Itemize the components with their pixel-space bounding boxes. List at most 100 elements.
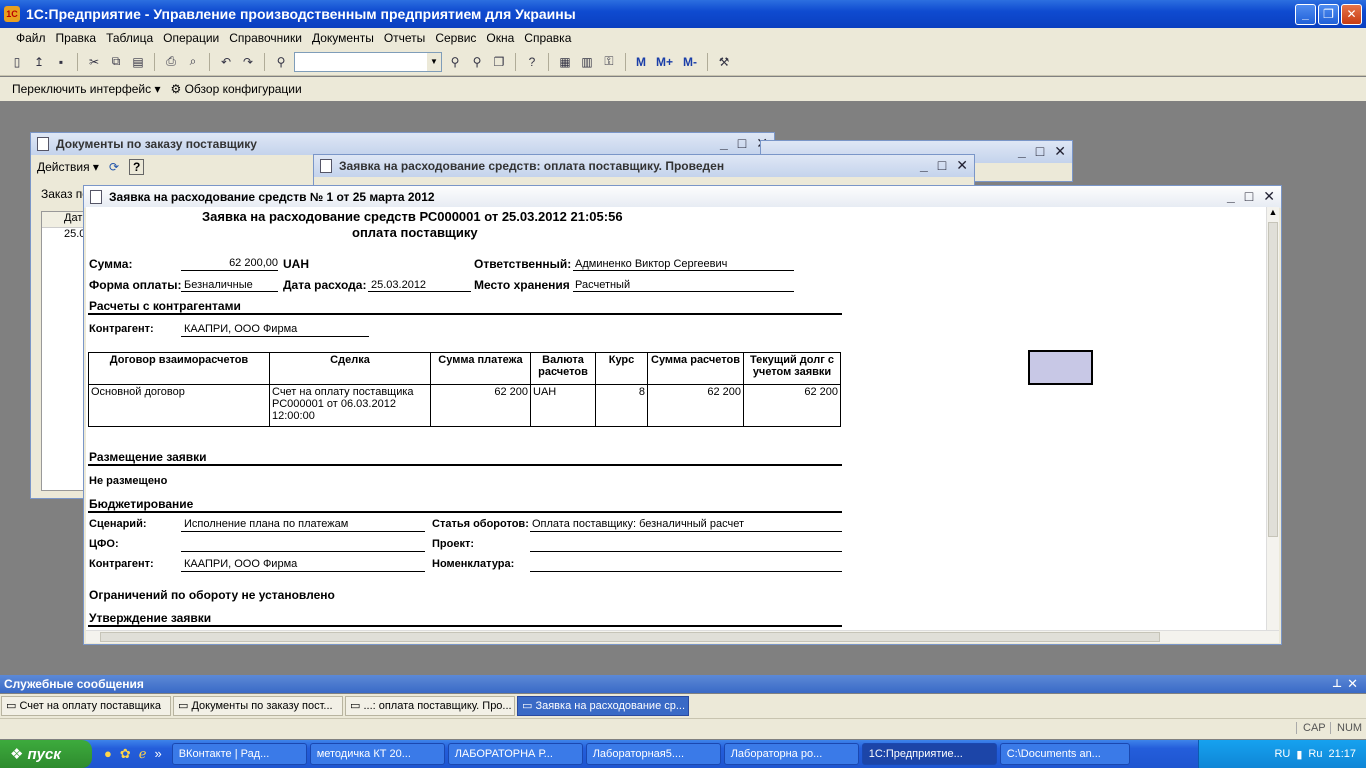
close-button[interactable]: ✕ bbox=[1341, 4, 1362, 25]
paste-icon[interactable]: ▤ bbox=[129, 53, 147, 71]
lock-icon[interactable]: ⚿ bbox=[600, 53, 618, 71]
menu-service[interactable]: Сервис bbox=[435, 31, 476, 45]
tools-icon[interactable]: ⚒ bbox=[715, 53, 733, 71]
find-next-icon[interactable]: ⚲ bbox=[446, 53, 464, 71]
scroll-thumb[interactable] bbox=[1268, 222, 1278, 537]
memory-button[interactable]: M bbox=[636, 55, 646, 69]
documents-list[interactable]: Дат 25.0 bbox=[41, 211, 87, 491]
help-icon[interactable]: ? bbox=[523, 53, 541, 71]
cut-icon[interactable]: ✂ bbox=[85, 53, 103, 71]
minimize-icon[interactable]: _ bbox=[1227, 188, 1235, 205]
maximize-icon[interactable]: □ bbox=[738, 135, 746, 152]
maximize-icon[interactable]: □ bbox=[1036, 143, 1044, 160]
search-combo[interactable] bbox=[294, 51, 442, 72]
taskbar-item[interactable]: ЛАБОРАТОРНА Р... bbox=[447, 743, 583, 765]
toolbar-separator bbox=[515, 52, 516, 71]
calculator-icon[interactable]: ▦ bbox=[556, 53, 574, 71]
firefox-icon[interactable]: ● bbox=[104, 746, 112, 762]
chevron-icon[interactable]: » bbox=[154, 746, 161, 762]
report-horizontal-scrollbar[interactable] bbox=[86, 630, 1279, 643]
col-deal: Сделка bbox=[269, 352, 431, 385]
table-row[interactable]: 25.0 bbox=[42, 228, 86, 244]
responsible-label: Ответственный: bbox=[474, 257, 572, 271]
memory-minus-button[interactable]: M- bbox=[683, 55, 697, 69]
report-vertical-scrollbar[interactable]: ▲ bbox=[1266, 207, 1279, 630]
minimize-icon[interactable]: _ bbox=[1018, 143, 1026, 160]
ie-icon[interactable]: ℯ bbox=[139, 746, 147, 762]
open-icon[interactable]: ↥ bbox=[30, 53, 48, 71]
col-date-header[interactable]: Дат bbox=[42, 212, 86, 228]
menu-reports[interactable]: Отчеты bbox=[384, 31, 425, 45]
maximize-icon[interactable]: □ bbox=[938, 157, 946, 174]
network-icon[interactable]: ▮ bbox=[1296, 748, 1302, 761]
switch-interface-button[interactable]: Переключить интерфейс ▾ bbox=[12, 82, 160, 96]
menu-help[interactable]: Справка bbox=[524, 31, 571, 45]
limits-text: Ограничений по обороту не установлено bbox=[89, 588, 335, 602]
close-icon[interactable]: ✕ bbox=[956, 157, 968, 174]
placement-value: Не размещено bbox=[89, 475, 168, 487]
config-overview-button[interactable]: ⚙ Обзор конфигурации bbox=[170, 82, 301, 96]
report-sheet[interactable]: Заявка на расходование средств РС000001 … bbox=[86, 207, 1279, 630]
settlements-table: Договор взаиморасчетов Сделка Сумма плат… bbox=[88, 352, 841, 427]
menu-windows[interactable]: Окна bbox=[486, 31, 514, 45]
copy-icon[interactable]: ⧉ bbox=[107, 53, 125, 71]
taskbar-item[interactable]: ВКонтакте | Рад... bbox=[171, 743, 307, 765]
undo-icon[interactable]: ↶ bbox=[217, 53, 235, 71]
find-icon[interactable]: ⚲ bbox=[272, 53, 290, 71]
clock[interactable]: 21:17 bbox=[1328, 748, 1356, 760]
redo-icon[interactable]: ↷ bbox=[239, 53, 257, 71]
app-title-bar: 1С 1С:Предприятие - Управление производс… bbox=[0, 0, 1366, 28]
start-button[interactable]: ❖ пуск bbox=[0, 740, 92, 768]
help-icon[interactable]: ? bbox=[129, 159, 145, 175]
preview-icon[interactable]: ⌕ bbox=[184, 53, 202, 71]
report-icon bbox=[90, 190, 102, 204]
documents-window-title: Документы по заказу поставщику bbox=[56, 137, 257, 151]
taskbar-item[interactable]: методичка КТ 20... bbox=[309, 743, 445, 765]
print-icon[interactable]: ⎙ bbox=[162, 53, 180, 71]
system-tray: RU ▮ Ru 21:17 bbox=[1198, 740, 1366, 768]
lang-badge[interactable]: Ru bbox=[1308, 748, 1322, 760]
taskbar-item[interactable]: C:\Documents an... bbox=[999, 743, 1130, 765]
tab-request[interactable]: ▭ ...: оплата поставщику. Про... bbox=[345, 696, 515, 716]
col-pay-sum: Сумма платежа bbox=[430, 352, 531, 385]
folder-icon: ▭ bbox=[6, 700, 20, 712]
quick-launch: ● ✿ ℯ » bbox=[104, 746, 162, 762]
refresh-icon[interactable]: ⟳ bbox=[109, 160, 119, 174]
scroll-up-icon[interactable]: ▲ bbox=[1267, 207, 1279, 220]
restore-button[interactable]: ❐ bbox=[1318, 4, 1339, 25]
taskbar-item[interactable]: Лабораторна ро... bbox=[723, 743, 859, 765]
menu-operations[interactable]: Операции bbox=[163, 31, 219, 45]
menu-edit[interactable]: Правка bbox=[56, 31, 97, 45]
close-icon[interactable]: ✕ bbox=[1347, 675, 1358, 693]
toolbar-separator bbox=[707, 52, 709, 71]
scroll-thumb[interactable] bbox=[100, 632, 1160, 642]
close-icon[interactable]: ✕ bbox=[1054, 143, 1066, 160]
tab-documents[interactable]: ▭ Документы по заказу пост... bbox=[173, 696, 343, 716]
language-indicator[interactable]: RU bbox=[1274, 748, 1290, 760]
minimize-icon[interactable]: _ bbox=[920, 157, 928, 174]
menu-table[interactable]: Таблица bbox=[106, 31, 153, 45]
menu-file[interactable]: Файл bbox=[16, 31, 46, 45]
memory-plus-button[interactable]: M+ bbox=[656, 55, 673, 69]
new-document-icon[interactable]: ▯ bbox=[8, 53, 26, 71]
calendar-icon[interactable]: ▥ bbox=[578, 53, 596, 71]
turnover-label: Статья оборотов: bbox=[432, 518, 529, 530]
minimize-button[interactable]: _ bbox=[1295, 4, 1316, 25]
save-icon[interactable]: ▪ bbox=[52, 53, 70, 71]
maximize-icon[interactable]: □ bbox=[1245, 188, 1253, 205]
close-icon[interactable]: ✕ bbox=[1263, 188, 1275, 205]
menu-documents[interactable]: Документы bbox=[312, 31, 374, 45]
tab-report[interactable]: ▭ Заявка на расходование ср... bbox=[517, 696, 689, 716]
service-messages-bar: Служебные сообщения ✕ ⊥ bbox=[0, 675, 1366, 693]
tab-invoice[interactable]: ▭ Счет на оплату поставщика bbox=[1, 696, 171, 716]
menu-catalogs[interactable]: Справочники bbox=[229, 31, 302, 45]
taskbar-item-active[interactable]: 1С:Предприятие... bbox=[861, 743, 997, 765]
windows-icon[interactable]: ❐ bbox=[490, 53, 508, 71]
taskbar-item[interactable]: Лабораторная5.... bbox=[585, 743, 721, 765]
actions-menu[interactable]: Действия ▾ bbox=[37, 160, 99, 174]
find-prev-icon[interactable]: ⚲ bbox=[468, 53, 486, 71]
skype-icon[interactable]: ✿ bbox=[120, 746, 131, 762]
minimize-icon[interactable]: _ bbox=[720, 135, 728, 152]
pin-icon[interactable]: ⊥ bbox=[1332, 675, 1342, 693]
settlements-section: Расчеты с контрагентами bbox=[89, 299, 241, 313]
